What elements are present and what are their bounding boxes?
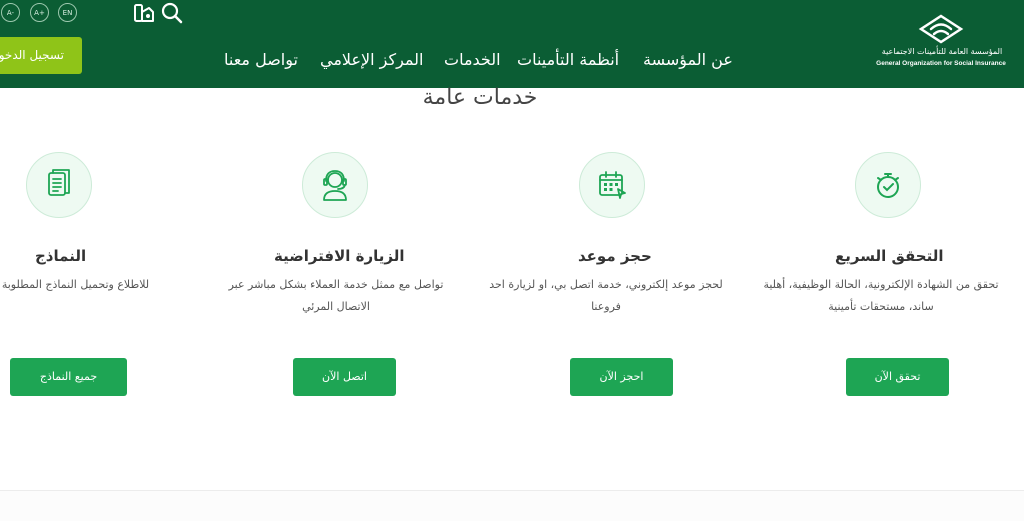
logo-icon[interactable] [915,12,967,46]
register-button[interactable]: تسجيل الدخول [0,37,82,74]
service-icon-circle [302,152,368,218]
service-icon-circle [26,152,92,218]
service-description: تواصل مع ممثل خدمة العملاء بشكل مباشر عب… [228,278,444,313]
all-forms-button[interactable]: جميع النماذج [10,358,127,396]
nav-insurance-systems[interactable]: أنظمة التأمينات [517,48,619,72]
service-title: حجز موعد [578,247,652,265]
nav-services[interactable]: الخدمات [444,48,501,72]
calendar-icon [599,171,626,199]
search-icon[interactable] [161,2,183,24]
service-title: التحقق السريع [835,247,944,265]
headset-agent-icon [323,170,347,201]
logo-text-arabic: المؤسسة العامة للتأمينات الاجتماعية [881,47,1003,56]
book-now-button[interactable]: احجز الآن [570,358,673,396]
service-icon-circle [579,152,645,218]
increase-font-button[interactable]: A+ [30,3,49,22]
site-header: A- A+ EN تسجيل الدخول عن المؤسسة أنظمة ا… [0,0,1024,88]
service-description: للاطلاع وتحميل النماذج المطلوبة للخدمات [0,278,150,291]
decrease-font-button[interactable]: A- [1,3,20,22]
service-description: تحقق من الشهادة الإلكترونية، الحالة الوظ… [763,278,999,313]
nav-about[interactable]: عن المؤسسة [643,48,733,72]
accessibility-reader-icon[interactable] [133,2,155,24]
service-icon-circle [855,152,921,218]
call-now-button[interactable]: اتصل الآن [293,358,396,396]
nav-media-center[interactable]: المركز الإعلامي [320,48,424,72]
logo-text-english: General Organization for Social Insuranc… [876,60,1006,67]
section-title: خدمات عامة [422,85,538,104]
documents-icon [48,169,70,196]
stopwatch-icon [877,173,899,198]
verify-now-button[interactable]: تحقق الآن [846,358,949,396]
language-button[interactable]: EN [58,3,77,22]
footer-area [0,491,1024,521]
nav-contact[interactable]: تواصل معنا [224,48,298,72]
service-description: لحجز موعد إلكتروني، خدمة اتصل بي، او لزي… [489,278,723,313]
service-title: النماذج [35,247,87,265]
service-title: الزيارة الافتراضية [274,247,405,265]
